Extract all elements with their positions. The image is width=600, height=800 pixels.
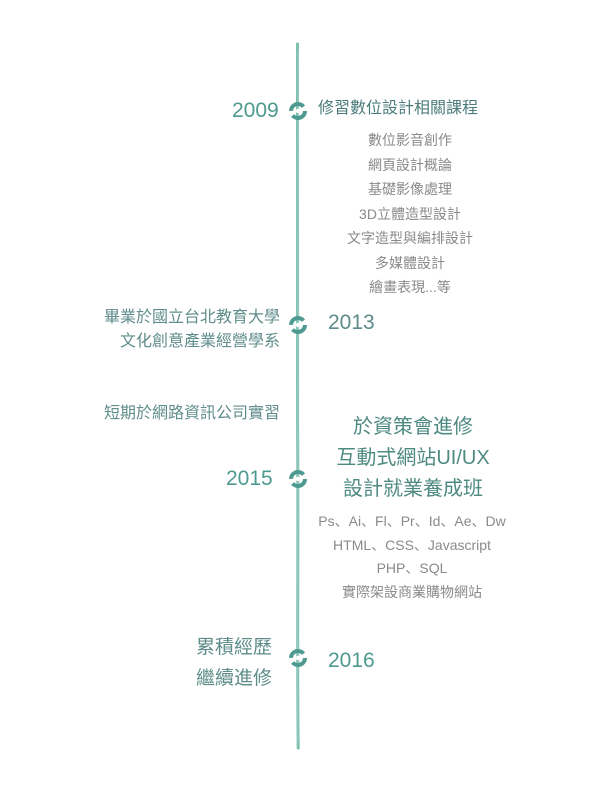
list-item: 3D立體造型設計: [359, 205, 461, 222]
continue-line: 繼續進修: [195, 668, 272, 689]
list-item: 多媒體設計: [375, 254, 445, 271]
list-item: 網頁設計概論: [368, 156, 452, 173]
list-item: HTML、CSS、Javascript: [333, 536, 491, 553]
continue-line: 累積經歷: [195, 637, 272, 658]
heading-line: 設計就業養成班: [343, 478, 483, 500]
graduation-line: 文化創意產業經營學系: [119, 333, 280, 350]
graduation-text: 畢業於國立台北教育大學 文化創意產業經營學系: [20, 306, 280, 354]
year-2015: 2015: [226, 467, 273, 490]
heading-line: 於資策會進修: [353, 416, 473, 438]
year-2016: 2016: [328, 649, 375, 672]
skill-list-2015: Ps、Ai、Fl、Pr、Id、Ae、Dw HTML、CSS、Javascript…: [290, 510, 534, 605]
list-item: 文字造型與編排設計: [347, 230, 473, 246]
heading-2015: 於資策會進修 互動式網站UI/UX 設計就業養成班: [300, 412, 526, 505]
circular-arrows-icon: [289, 316, 307, 334]
circular-arrows-icon: [289, 649, 307, 667]
list-item: 實際架設商業購物網站: [342, 584, 482, 601]
year-2013: 2013: [328, 311, 375, 334]
circular-arrows-icon: [289, 102, 307, 120]
heading-line: 互動式網站UI/UX: [336, 447, 490, 469]
list-item: 數位影音創作: [368, 132, 452, 148]
continue-text: 累積經歷 繼續進修: [20, 632, 272, 694]
course-list-2009: 數位影音創作 網頁設計概論 基礎影像處理 3D立體造型設計 文字造型與編排設計 …: [290, 128, 530, 300]
list-item: Ps、Ai、Fl、Pr、Id、Ae、Dw: [318, 513, 506, 529]
list-item: 基礎影像處理: [368, 181, 452, 197]
graduation-line: 畢業於國立台北教育大學: [103, 309, 280, 326]
circular-arrows-icon: [289, 470, 307, 488]
heading-2009: 修習數位設計相關課程: [318, 100, 479, 117]
year-2009: 2009: [232, 99, 279, 122]
internship-text: 短期於網路資訊公司實習: [103, 405, 280, 422]
list-item: 繪畫表現...等: [369, 279, 451, 295]
list-item: PHP、SQL: [376, 560, 448, 577]
